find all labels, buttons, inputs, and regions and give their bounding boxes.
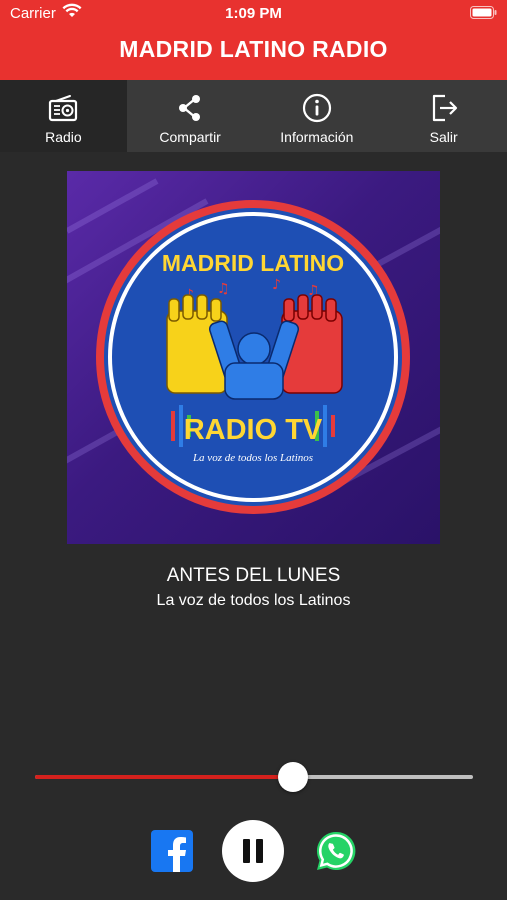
facebook-icon[interactable]: [151, 830, 193, 872]
artwork-top-text: MADRID LATINO: [162, 250, 344, 276]
tab-salir[interactable]: Salir: [380, 80, 507, 152]
pause-icon: [243, 839, 250, 863]
svg-text:♪: ♪: [272, 277, 281, 293]
volume-slider[interactable]: [35, 760, 473, 794]
volume-fill: [35, 775, 294, 779]
station-logo: MADRID LATINO ♪♫ ♪♫: [67, 178, 440, 514]
tab-radio[interactable]: Radio: [0, 80, 127, 152]
artwork-tagline: La voz de todos los Latinos: [192, 452, 313, 464]
status-time: 1:09 PM: [225, 5, 282, 22]
info-icon: [302, 93, 331, 123]
volume-thumb[interactable]: [278, 762, 309, 792]
tab-bar: Radio Compartir Información Salir: [0, 80, 507, 152]
share-icon: [179, 95, 201, 121]
app-title: MADRID LATINO RADIO: [119, 36, 388, 62]
playback-controls: [0, 820, 507, 884]
station-artwork: MADRID LATINO ♪♫ ♪♫: [67, 171, 440, 544]
pause-icon: [256, 839, 263, 863]
pause-button[interactable]: [222, 820, 284, 882]
app-header: Carrier 1:09 PM MADRID LATINO RADIO: [0, 0, 507, 80]
tab-label-informacion: Información: [280, 129, 354, 145]
tab-compartir[interactable]: Compartir: [127, 80, 254, 152]
exit-icon: [432, 94, 457, 122]
artwork-bottom-text: RADIO TV: [184, 414, 323, 446]
tab-label-salir: Salir: [429, 129, 458, 145]
tab-informacion[interactable]: Información: [254, 80, 381, 152]
whatsapp-icon[interactable]: [314, 829, 358, 873]
track-subtitle: La voz de todos los Latinos: [156, 592, 351, 609]
status-bar: Carrier 1:09 PM: [0, 0, 507, 28]
track-title: ANTES DEL LUNES: [166, 565, 341, 586]
battery-icon: [470, 6, 497, 19]
svg-text:♫: ♫: [217, 281, 230, 297]
tab-label-radio: Radio: [45, 129, 82, 145]
radio-icon: [49, 95, 78, 122]
tab-label-compartir: Compartir: [159, 129, 221, 145]
